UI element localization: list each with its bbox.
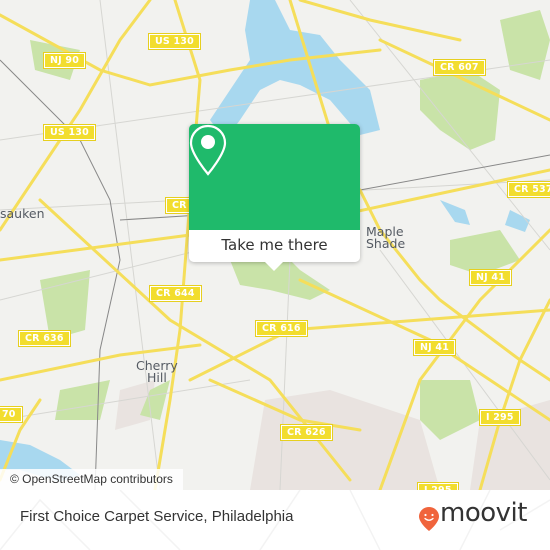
moovit-brand[interactable]: moovit	[440, 498, 527, 528]
road-shield-70: 70	[0, 406, 23, 423]
moovit-logo-icon[interactable]	[418, 506, 440, 532]
place-label-cherry-hill: Cherry Hill	[136, 358, 178, 385]
road-shield-cr636: CR 636	[18, 330, 71, 347]
road-shield-us130-left: US 130	[43, 124, 96, 141]
place-label-pennsauken: sauken	[0, 206, 45, 221]
road-shield-cr616: CR 616	[255, 320, 308, 337]
map-pin-icon	[189, 124, 227, 176]
road-shield-cr626: CR 626	[280, 424, 333, 441]
popup-header	[189, 124, 360, 230]
road-shield-nj90: NJ 90	[42, 52, 87, 69]
road-shield-cr644: CR 644	[149, 285, 202, 302]
road-shield-i295: I 295	[479, 409, 521, 426]
take-me-there-button[interactable]: Take me there	[189, 230, 360, 262]
road-shield-cr537: CR 537	[507, 181, 550, 198]
road-shield-cr607: CR 607	[433, 59, 486, 76]
place-label-maple-shade: Maple Shade	[366, 224, 406, 251]
map[interactable]: NJ 90 US 130 US 130 CR 607 CR 537 CR CR …	[0, 0, 550, 490]
location-popup: Take me there	[189, 124, 360, 271]
road-shield-nj41-top: NJ 41	[468, 269, 513, 286]
place-title: First Choice Carpet Service, Philadelphi…	[20, 508, 294, 525]
road-shield-us130-top: US 130	[148, 33, 201, 50]
road-shield-i295-bottom: I 295	[417, 482, 459, 490]
map-attribution[interactable]: © OpenStreetMap contributors	[0, 469, 183, 490]
road-shield-nj41-bottom: NJ 41	[412, 339, 457, 356]
popup-pointer	[265, 262, 283, 271]
